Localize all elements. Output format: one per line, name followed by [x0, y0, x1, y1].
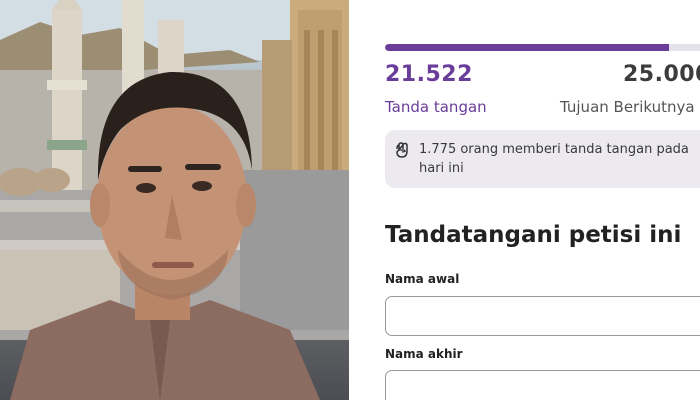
next-goal-count: 25.000 [623, 62, 700, 87]
sign-form-title: Tandatangani petisi ini [385, 222, 682, 248]
selfie-photo [0, 0, 349, 400]
signature-count: 21.522 [385, 62, 473, 87]
petition-panel: 21.522 25.000 Tanda tangan Tujuan Beriku… [355, 0, 700, 400]
next-goal-label: Tujuan Berikutnya [560, 98, 695, 116]
today-signatures-notice: 1.775 orang memberi tanda tangan pada ha… [385, 130, 700, 188]
last-name-label: Nama akhir [385, 347, 463, 361]
first-name-label: Nama awal [385, 272, 460, 286]
last-name-input[interactable] [385, 370, 700, 400]
today-signatures-text: 1.775 orang memberi tanda tangan pada ha… [419, 142, 689, 176]
signature-progress-bar [385, 44, 700, 51]
photo-illustration [0, 0, 349, 400]
signature-count-label: Tanda tangan [385, 98, 487, 116]
raised-fist-icon [396, 142, 408, 158]
first-name-input[interactable] [385, 296, 700, 336]
signature-progress-fill [385, 44, 670, 51]
